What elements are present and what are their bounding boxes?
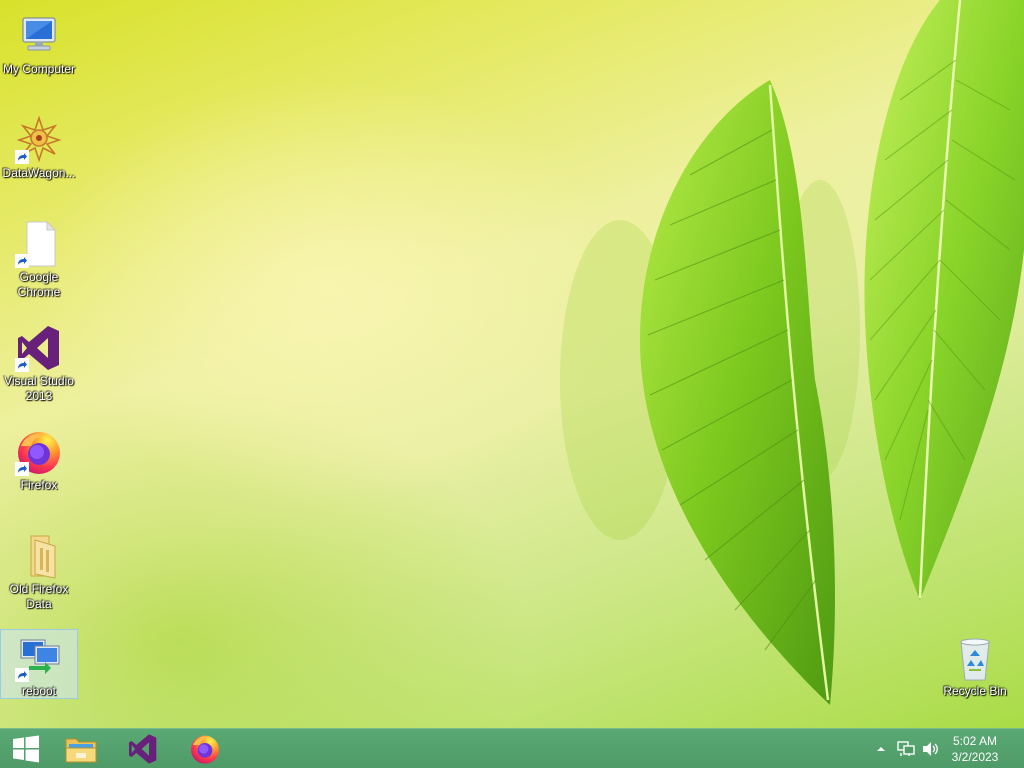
desktop-icon-datawagon[interactable]: DataWagon...: [1, 112, 77, 181]
desktop-icon-firefox[interactable]: Firefox: [1, 424, 77, 493]
desktop-icon-label: DataWagon...: [2, 166, 76, 180]
taskbar: 5:02 AM 3/2/2023: [0, 728, 1024, 768]
network-computer-icon: [15, 634, 63, 682]
desktop-icon-label: Google Chrome: [17, 270, 61, 299]
shortcut-arrow-icon: [15, 150, 29, 164]
clock-time: 5:02 AM: [952, 734, 998, 748]
firefox-icon: [191, 735, 219, 764]
desktop-icon-recycle-bin[interactable]: Recycle Bin: [937, 630, 1013, 699]
desktop-icon-google-chrome[interactable]: Google Chrome: [1, 216, 77, 300]
file-explorer-icon: [65, 738, 97, 763]
network-tray-button[interactable]: [894, 729, 918, 769]
desktop-icon-label: reboot: [21, 684, 57, 698]
shortcut-arrow-icon: [15, 254, 29, 268]
shortcut-arrow-icon: [15, 462, 29, 476]
desktop-icon-old-firefox-data[interactable]: Old Firefox Data: [1, 528, 77, 612]
desktop[interactable]: My Computer DataWagon... Google Chrome V…: [0, 0, 1024, 728]
chevron-up-icon: [877, 747, 885, 751]
blank-file-icon: [15, 220, 63, 268]
clock-date: 3/2/2023: [951, 750, 999, 764]
wallpaper-leaves: [560, 0, 1024, 705]
shortcut-arrow-icon: [15, 668, 29, 682]
folder-icon: [15, 532, 63, 580]
datawagon-icon: [15, 115, 63, 164]
desktop-icon-my-computer[interactable]: My Computer: [1, 8, 77, 77]
desktop-icon-label: Visual Studio 2013: [4, 374, 74, 403]
shortcut-arrow-icon: [15, 358, 29, 372]
windows-logo-icon: [13, 735, 39, 763]
desktop-icon-label: My Computer: [2, 62, 76, 76]
desktop-icon-label: Recycle Bin: [943, 684, 1007, 698]
visual-studio-icon: [129, 734, 157, 764]
clock[interactable]: 5:02 AM 3/2/2023: [940, 733, 1010, 765]
visual-studio-icon: [15, 324, 63, 372]
desktop-icon-reboot[interactable]: reboot: [0, 629, 78, 699]
desktop-icon-label: Firefox: [20, 478, 58, 492]
taskbar-visual-studio[interactable]: [117, 729, 169, 769]
network-icon: [897, 741, 915, 756]
show-hidden-icons-button[interactable]: [872, 729, 890, 769]
taskbar-file-explorer[interactable]: [55, 729, 107, 769]
desktop-icon-visual-studio[interactable]: Visual Studio 2013: [1, 320, 77, 404]
desktop-icon-label: Old Firefox Data: [9, 582, 69, 611]
taskbar-firefox[interactable]: [179, 729, 231, 769]
firefox-icon: [15, 428, 63, 476]
computer-icon: [15, 12, 63, 60]
volume-icon: [923, 742, 938, 756]
start-button[interactable]: [0, 729, 52, 769]
recycle-bin-icon: [951, 634, 999, 682]
